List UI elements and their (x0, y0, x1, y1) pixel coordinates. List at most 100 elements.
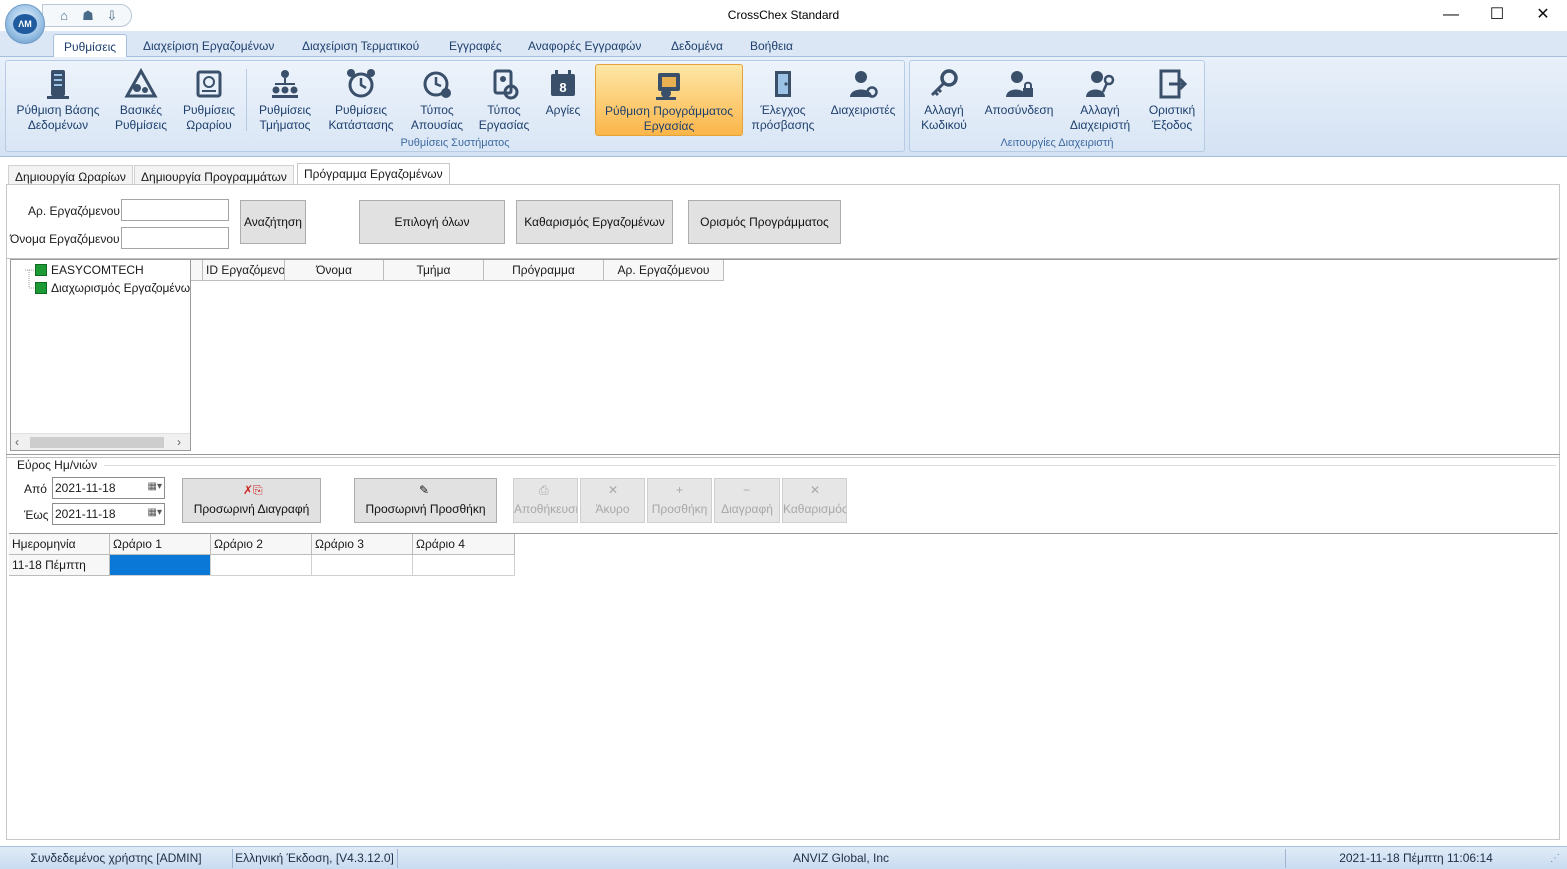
change-password-button[interactable]: Αλλαγή Κωδικού (914, 64, 974, 136)
timetable-settings-button[interactable]: Ρυθμίσεις Ωραρίου (178, 64, 240, 136)
column-header-schedule[interactable]: Πρόγραμμα (484, 260, 604, 281)
logout-button[interactable]: Αποσύνδεση (980, 64, 1058, 136)
employee-number-label: Αρ. Εργαζόμενου (28, 204, 120, 218)
work-type-icon (493, 69, 519, 100)
column-header-employee-id[interactable]: ID Εργαζόμενο (203, 260, 285, 281)
tree-horizontal-scrollbar[interactable]: ‹ › (11, 433, 190, 450)
access-door-icon (775, 71, 791, 97)
column-header-employee-number[interactable]: Αρ. Εργαζόμενου (604, 260, 724, 281)
scroll-right-icon[interactable]: › (177, 435, 181, 449)
table-row-date-cell[interactable]: 11-18 Πέμπτη (9, 555, 110, 576)
to-date-label: Έως (24, 508, 49, 522)
timetable-4-cell[interactable] (413, 555, 515, 576)
grid-row-header (191, 260, 203, 281)
resize-grip-icon[interactable]: ⋰ (1550, 853, 1560, 864)
tab-record-reports[interactable]: Αναφορές Εγγραφών (528, 39, 641, 53)
department-settings-button[interactable]: Ρυθμίσεις Τμήματος (252, 64, 318, 136)
save-icon: ⎙ (539, 483, 549, 497)
schedule-setup-icon (656, 73, 680, 100)
calendar-dropdown-icon[interactable]: ▦▾ (148, 481, 162, 492)
employee-name-label: Όνομα Εργαζόμενου (10, 232, 120, 246)
cancel-icon: ✕ (608, 483, 619, 497)
clear-button[interactable]: ✕ Καθαρισμός (782, 478, 847, 523)
window-title: CrossChex Standard (727, 8, 840, 22)
employee-name-input[interactable] (121, 227, 229, 249)
search-button[interactable]: Αναζήτηση (240, 200, 306, 244)
quick-access-toolbar: ⌂ ☗ ⇩ (42, 4, 132, 27)
minus-icon: − (743, 483, 751, 497)
basic-settings-button[interactable]: Βασικές Ρυθμίσεις (108, 64, 174, 136)
database-setup-button[interactable]: Ρύθμιση Βάσης Δεδομένων (12, 64, 104, 136)
tree-node[interactable]: EASYCOMTECH (35, 263, 144, 277)
delete-button[interactable]: − Διαγραφή (714, 478, 780, 523)
save-button[interactable]: ⎙ Αποθήκευση (513, 478, 578, 523)
tab-create-timetables[interactable]: Δημιουργία Ωραρίων (8, 165, 133, 185)
tab-employee-schedule[interactable]: Πρόγραμμα Εργαζομένων (297, 163, 450, 186)
group-label-admin-functions: Λειτουργίες Διαχειριστή (1000, 137, 1114, 149)
temporary-delete-button[interactable]: ✗⎘ Προσωρινή Διαγραφή (182, 478, 321, 523)
column-header-timetable-4[interactable]: Ωράριο 4 (413, 534, 515, 555)
add-button[interactable]: + Προσθήκη (647, 478, 712, 523)
absence-type-button[interactable]: Τύπος Απουσίας (404, 64, 470, 136)
home-icon[interactable]: ⌂ (55, 8, 73, 24)
timetable-2-cell[interactable] (211, 555, 312, 576)
app-logo-icon[interactable]: ΛΜ (5, 4, 45, 44)
date-range-title: Εύρος Ημ/νιών (17, 458, 98, 472)
department-tree[interactable]: EASYCOMTECH Διαχωρισμός Εργαζομένω ‹ › (10, 259, 191, 451)
column-header-timetable-3[interactable]: Ωράριο 3 (312, 534, 413, 555)
column-header-timetable-2[interactable]: Ωράριο 2 (211, 534, 312, 555)
scroll-left-icon[interactable]: ‹ (15, 435, 19, 449)
minimize-button[interactable]: — (1428, 0, 1474, 31)
holiday-calendar-icon: 8 (551, 70, 575, 96)
to-date-picker[interactable]: 2021-11-18 ▦▾ (52, 503, 165, 525)
clear-icon: ✕ (810, 483, 821, 497)
schedule-setup-button[interactable]: Ρύθμιση Προγράμματος Εργασίας (595, 64, 743, 136)
tab-help[interactable]: Βοήθεια (750, 39, 793, 53)
close-button[interactable]: ✕ (1520, 0, 1566, 31)
basic-settings-icon (124, 68, 158, 98)
clear-employees-button[interactable]: Καθαρισμός Εργαζομένων (516, 200, 673, 244)
column-header-date[interactable]: Ημερομηνία (9, 534, 110, 555)
employee-grid[interactable]: ID Εργαζόμενο Όνομα Τμήμα Πρόγραμμα Αρ. … (191, 259, 1557, 451)
employee-number-input[interactable] (121, 199, 229, 221)
tab-terminal-management[interactable]: Διαχείριση Τερματικού (302, 39, 419, 53)
timetable-3-cell[interactable] (312, 555, 413, 576)
column-header-department[interactable]: Τμήμα (384, 260, 484, 281)
maximize-button[interactable]: ☐ (1474, 0, 1520, 31)
download-icon[interactable]: ⇩ (103, 8, 121, 24)
logout-user-lock-icon (1006, 71, 1033, 97)
cancel-button[interactable]: ✕ Άκυρο (580, 478, 645, 523)
select-all-button[interactable]: Επιλογή όλων (359, 200, 505, 244)
access-control-button[interactable]: Έλεγχος πρόσβασης (748, 64, 818, 136)
tab-records[interactable]: Εγγραφές (449, 39, 502, 53)
holidays-button[interactable]: 8 Αργίες (538, 64, 588, 136)
set-schedule-button[interactable]: Ορισμός Προγράμματος (688, 200, 841, 244)
timetable-1-cell-selected[interactable] (110, 555, 211, 576)
status-bar: Συνδεδεμένος χρήστης [ADMIN] Ελληνική Έκ… (0, 846, 1567, 869)
title-bar: CrossChex Standard ⌂ ☗ ⇩ — ☐ ✕ (0, 0, 1567, 31)
administrators-button[interactable]: Διαχειριστές (824, 64, 902, 136)
alarm-clock-icon (347, 69, 375, 98)
status-logged-user: Συνδεδεμένος χρήστης [ADMIN] (30, 851, 202, 865)
tab-create-schedules[interactable]: Δημιουργία Προγραμμάτων (134, 165, 294, 185)
employee-quick-icon[interactable]: ☗ (79, 8, 97, 24)
column-header-timetable-1[interactable]: Ωράριο 1 (110, 534, 211, 555)
temporary-add-button[interactable]: ✎ Προσωρινή Προσθήκη (354, 478, 497, 523)
calendar-dropdown-icon[interactable]: ▦▾ (148, 507, 162, 518)
key-icon (930, 69, 958, 97)
ribbon-group-admin-functions: Αλλαγή Κωδικού Αποσύνδεση Αλλαγή Διαχειρισ… (909, 60, 1205, 152)
change-administrator-button[interactable]: Αλλαγή Διαχειριστή (1062, 64, 1138, 136)
column-header-name[interactable]: Όνομα (285, 260, 384, 281)
final-exit-button[interactable]: Οριστική Έξοδος (1142, 64, 1202, 136)
tab-settings[interactable]: Ρυθμίσεις (53, 34, 128, 58)
tab-data[interactable]: Δεδομένα (671, 39, 723, 53)
group-border (104, 465, 1556, 466)
work-type-button[interactable]: Τύπος Εργασίας (472, 64, 536, 136)
scroll-thumb[interactable] (30, 437, 164, 448)
status-settings-button[interactable]: Ρυθμίσεις Κατάστασης (322, 64, 400, 136)
from-date-picker[interactable]: 2021-11-18 ▦▾ (52, 477, 165, 499)
tree-node[interactable]: Διαχωρισμός Εργαζομένω (35, 281, 190, 295)
tab-employee-management[interactable]: Διαχείριση Εργαζομένων (143, 39, 274, 53)
content-tab-bar: Δημιουργία Ωραρίων Δημιουργία Προγραμμάτ… (6, 163, 1560, 186)
schedule-grid[interactable]: Ημερομηνία Ωράριο 1 Ωράριο 2 Ωράριο 3 Ωρ… (9, 533, 1558, 839)
